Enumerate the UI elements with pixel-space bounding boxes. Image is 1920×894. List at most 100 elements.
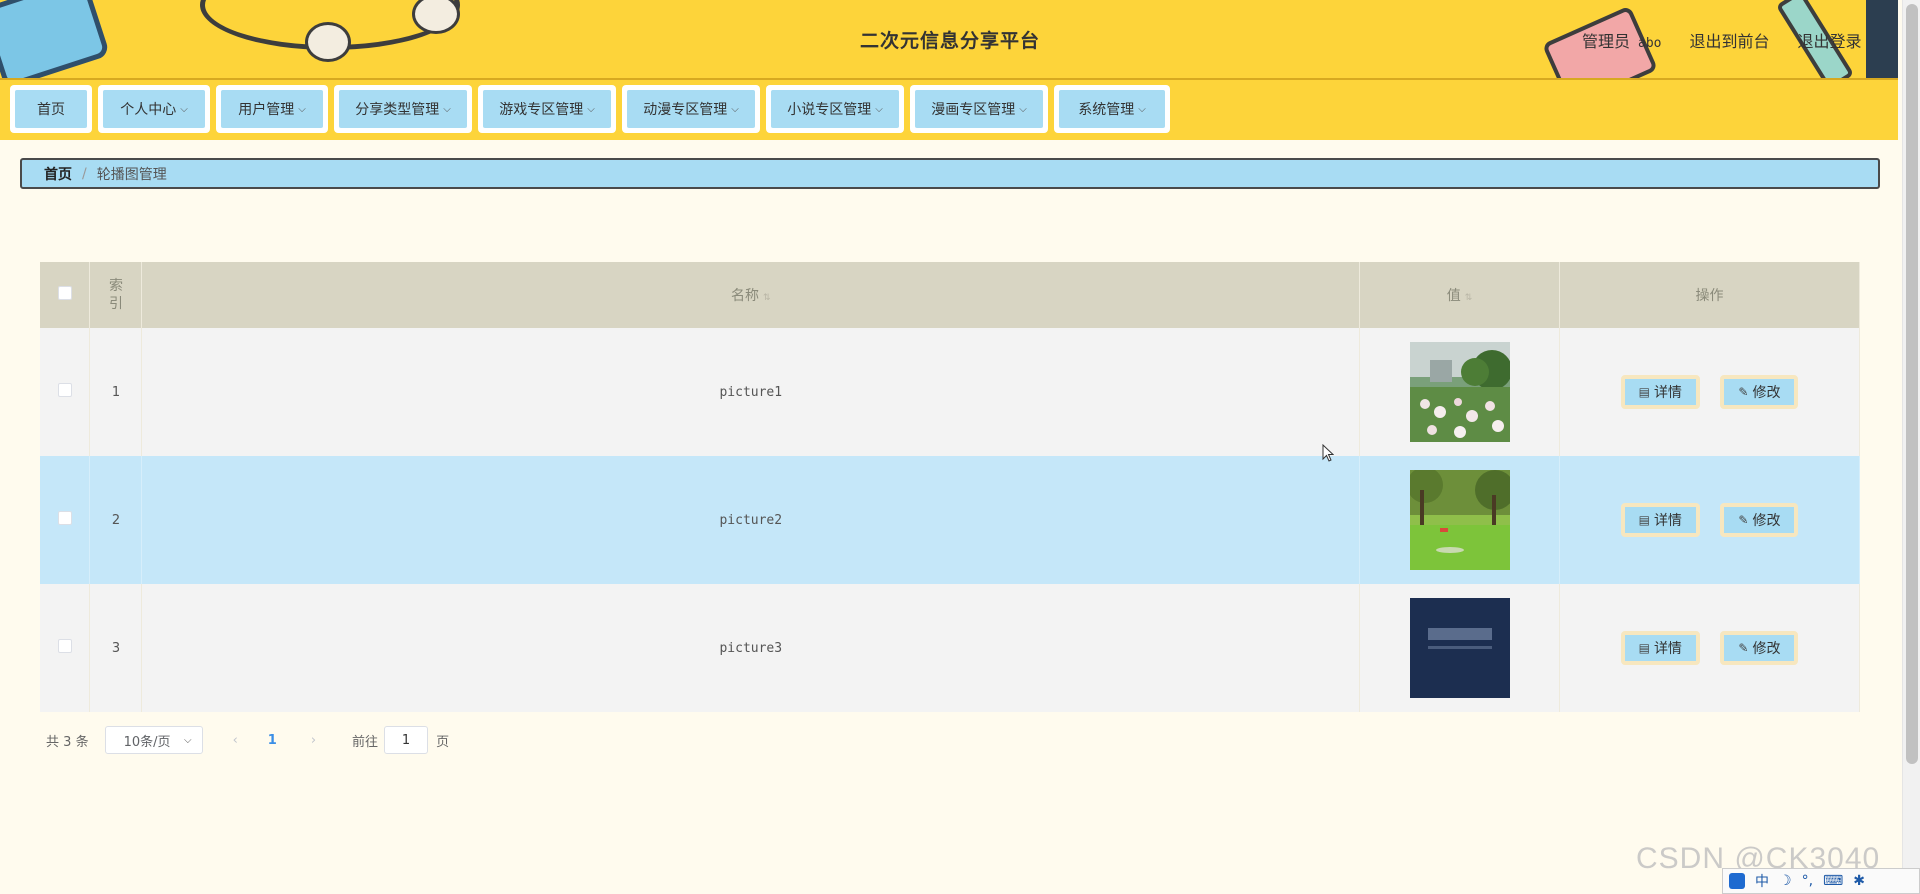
- chevron-down-icon: ⌵: [180, 103, 188, 115]
- nav-item-anime-zone-management[interactable]: 动漫专区管理 ⌵: [622, 85, 760, 133]
- breadcrumb-separator: /: [82, 165, 87, 182]
- go-frontend-link[interactable]: 退出到前台: [1690, 28, 1770, 52]
- total-count: 共 3 条: [46, 734, 89, 750]
- document-icon: ▤: [1638, 513, 1650, 527]
- page-size-select[interactable]: 10条/页 ⌵: [104, 726, 203, 754]
- corner-decoration: [1866, 0, 1898, 78]
- scrollbar-thumb[interactable]: [1906, 4, 1918, 764]
- nav-item-share-type-management[interactable]: 分享类型管理 ⌵: [334, 85, 472, 133]
- detail-button[interactable]: ▤ 详情: [1620, 503, 1700, 537]
- select-all-checkbox[interactable]: [57, 286, 72, 300]
- pencil-icon: ✎: [1738, 513, 1749, 527]
- nav-item-game-zone-management[interactable]: 游戏专区管理 ⌵: [478, 85, 616, 133]
- book-cover-photo-thumbnail[interactable]: [1409, 598, 1510, 698]
- chevron-down-icon: ⌵: [1019, 103, 1027, 115]
- pencil-icon: ✎: [1738, 641, 1749, 655]
- table-row: 2 picture2 ▤ 详情 ✎ 修改: [40, 456, 1860, 584]
- row-index: 1: [89, 328, 143, 456]
- nav-label: 动漫专区管理: [643, 102, 728, 118]
- nav-item-home[interactable]: 首页: [10, 85, 92, 133]
- chevron-down-icon: ⌵: [184, 734, 192, 746]
- ime-logo-icon: [1729, 873, 1745, 889]
- next-page-icon[interactable]: ›: [311, 733, 316, 748]
- earbud-decoration: [305, 22, 351, 62]
- table-row: 3 picture3 ▤ 详情 ✎ 修改: [40, 584, 1860, 712]
- nav-item-comic-zone-management[interactable]: 漫画专区管理 ⌵: [910, 85, 1048, 133]
- ime-toolbar[interactable]: 中 ☽ °, ⌨ ✱: [1722, 868, 1920, 894]
- pencil-icon: ✎: [1738, 385, 1749, 399]
- row-name: picture1: [719, 385, 783, 400]
- table-header-row: 索引 名称 ⇅ 值 ⇅ 操作: [40, 262, 1860, 328]
- user-info: 管理员 abo: [1582, 28, 1662, 52]
- user-role: 管理员: [1582, 32, 1631, 51]
- row-name: picture3: [719, 641, 783, 656]
- edit-button[interactable]: ✎ 修改: [1720, 375, 1799, 409]
- page-suffix: 页: [436, 734, 450, 750]
- nav-label: 首页: [37, 102, 65, 118]
- detail-button[interactable]: ▤ 详情: [1620, 375, 1700, 409]
- edit-button[interactable]: ✎ 修改: [1720, 503, 1799, 537]
- chevron-down-icon: ⌵: [298, 103, 306, 115]
- row-index: 2: [89, 456, 143, 584]
- goto-label: 前往: [352, 734, 379, 750]
- tablet-decoration: [0, 0, 111, 78]
- keyboard-icon[interactable]: ⌨: [1823, 873, 1843, 889]
- logout-link[interactable]: 退出登录: [1798, 28, 1862, 52]
- sort-icon[interactable]: ⇅: [763, 293, 771, 303]
- breadcrumb-current: 轮播图管理: [96, 166, 167, 183]
- user-area: 管理员 abo 退出到前台 退出登录: [1582, 28, 1862, 52]
- edit-button[interactable]: ✎ 修改: [1720, 631, 1799, 665]
- chevron-down-icon: ⌵: [731, 103, 739, 115]
- goto-page-input[interactable]: 1: [384, 726, 429, 754]
- select-all-cell: [40, 262, 91, 328]
- nav-label: 漫画专区管理: [931, 102, 1016, 118]
- nav-label: 个人中心: [120, 102, 177, 118]
- top-header: 二次元信息分享平台 管理员 abo 退出到前台 退出登录: [0, 0, 1898, 80]
- ime-language[interactable]: 中: [1755, 871, 1769, 891]
- header-index: 索引: [89, 262, 143, 328]
- username: abo: [1638, 36, 1662, 51]
- chevron-down-icon: ⌵: [1138, 103, 1146, 115]
- document-icon: ▤: [1638, 641, 1650, 655]
- row-checkbox[interactable]: [57, 511, 72, 525]
- table-row: 1 picture1 ▤ 详情 ✎ 修改: [40, 328, 1860, 456]
- chevron-down-icon: ⌵: [875, 103, 883, 115]
- breadcrumb-home[interactable]: 首页: [44, 164, 72, 184]
- chevron-down-icon: ⌵: [443, 103, 451, 115]
- main-nav: 首页 个人中心 ⌵ 用户管理 ⌵ 分享类型管理 ⌵ 游戏专区管理 ⌵ 动漫专区管理 ⌵ 小…: [0, 80, 1898, 140]
- breadcrumb: 首页 / 轮播图管理: [20, 158, 1880, 189]
- site-title: 二次元信息分享平台: [860, 30, 1041, 52]
- settings-icon[interactable]: ✱: [1853, 873, 1865, 889]
- nav-item-personal-center[interactable]: 个人中心 ⌵: [98, 85, 210, 133]
- sort-icon[interactable]: ⇅: [1465, 293, 1473, 303]
- document-icon: ▤: [1638, 385, 1650, 399]
- moon-icon[interactable]: ☽: [1779, 873, 1792, 889]
- header-name[interactable]: 名称 ⇅: [141, 262, 1361, 328]
- vertical-scrollbar[interactable]: [1902, 0, 1920, 894]
- row-checkbox[interactable]: [57, 383, 72, 397]
- nav-label: 游戏专区管理: [499, 102, 584, 118]
- carousel-table: 索引 名称 ⇅ 值 ⇅ 操作 1 picture1 ▤ 详情 ✎ 修改 2 pi…: [40, 262, 1860, 712]
- pagination: 共 3 条 10条/页 ⌵ ‹ 1 › 前往 1 页: [46, 726, 449, 754]
- row-name: picture2: [719, 513, 783, 528]
- nav-item-user-management[interactable]: 用户管理 ⌵: [216, 85, 328, 133]
- page-number[interactable]: 1: [268, 733, 277, 748]
- header-actions: 操作: [1559, 262, 1860, 328]
- row-checkbox[interactable]: [57, 639, 72, 653]
- header-value[interactable]: 值 ⇅: [1359, 262, 1561, 328]
- nav-label: 系统管理: [1078, 102, 1135, 118]
- punctuation-icon[interactable]: °,: [1802, 873, 1813, 889]
- row-index: 3: [89, 584, 143, 712]
- chevron-down-icon: ⌵: [587, 103, 595, 115]
- mouse-cursor-icon: [1322, 444, 1334, 462]
- garden-photo-thumbnail[interactable]: [1409, 342, 1510, 442]
- detail-button[interactable]: ▤ 详情: [1620, 631, 1700, 665]
- prev-page-icon[interactable]: ‹: [233, 733, 238, 748]
- park-lawn-photo-thumbnail[interactable]: [1409, 470, 1510, 570]
- nav-label: 分享类型管理: [355, 102, 440, 118]
- nav-item-system-management[interactable]: 系统管理 ⌵: [1054, 85, 1170, 133]
- earbud-decoration: [412, 0, 460, 34]
- nav-item-novel-zone-management[interactable]: 小说专区管理 ⌵: [766, 85, 904, 133]
- nav-label: 用户管理: [238, 102, 295, 118]
- nav-label: 小说专区管理: [787, 102, 872, 118]
